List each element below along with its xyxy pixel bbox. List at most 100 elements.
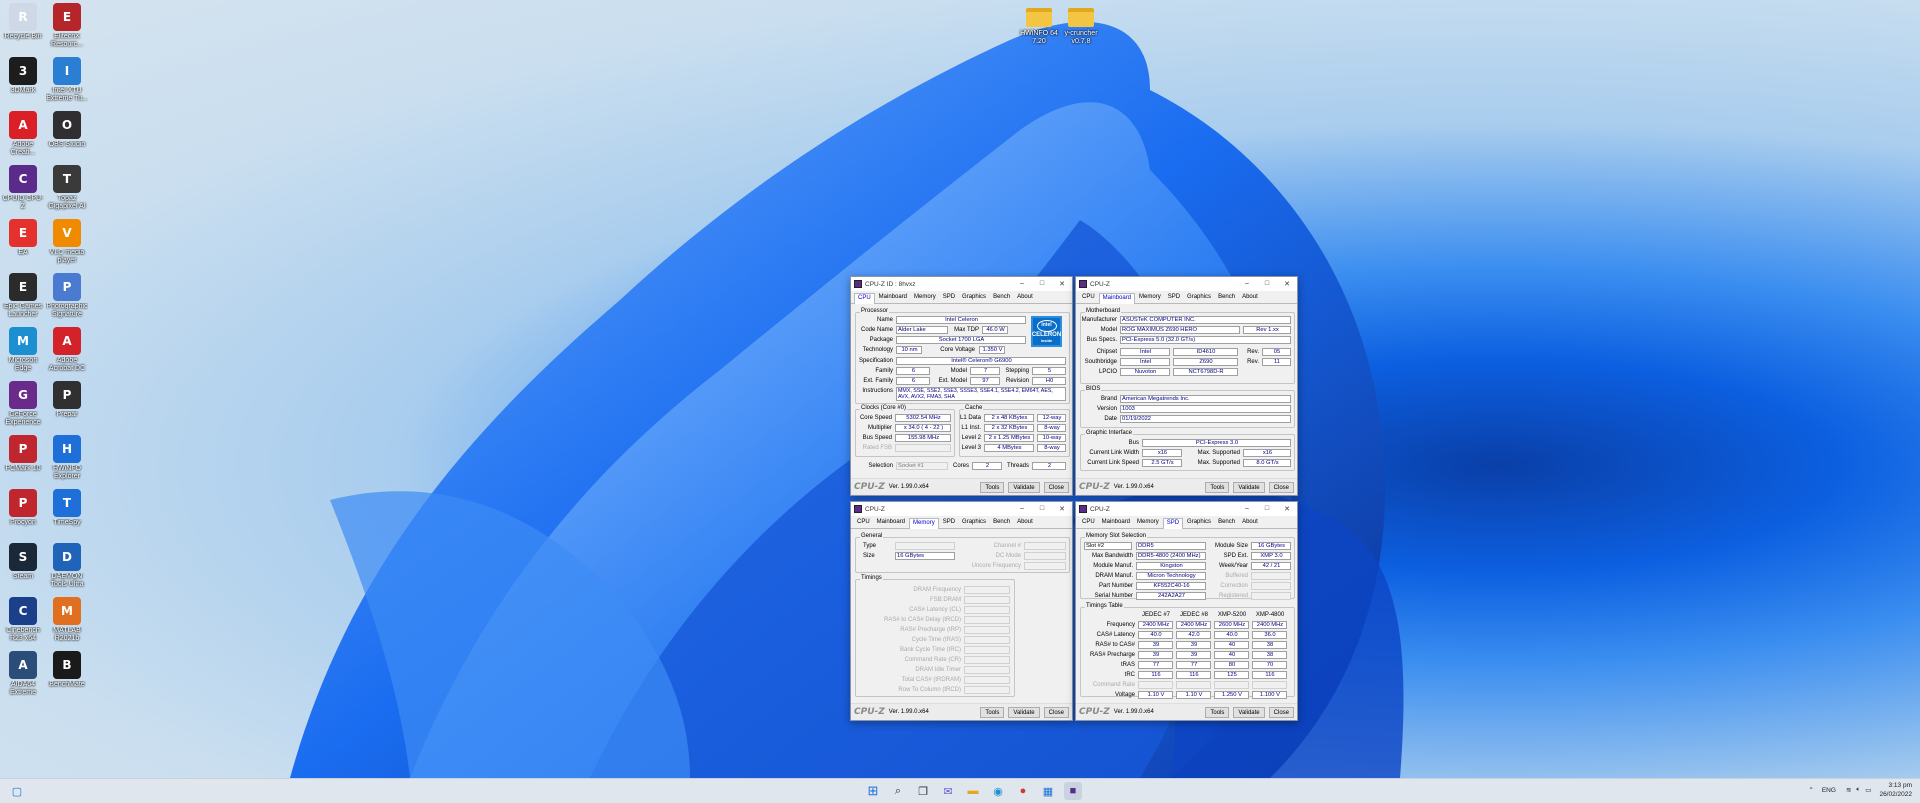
tab-about[interactable]: About [1239, 293, 1261, 304]
desktop-icon[interactable]: A AIDA64 Extreme [2, 651, 44, 697]
close-button[interactable]: Close [1043, 481, 1069, 493]
close-button[interactable]: Close [1043, 706, 1069, 718]
tab-bench[interactable]: Bench [990, 293, 1013, 304]
task-view-icon[interactable]: ❐ [914, 782, 932, 800]
edge-browser-icon[interactable]: ◉ [989, 782, 1007, 800]
desktop-icon[interactable]: M Microsoft Edge [2, 327, 44, 373]
tab-bench[interactable]: Bench [990, 518, 1013, 529]
close-button[interactable]: Close [1268, 481, 1294, 493]
desktop-icon[interactable]: P PCMark 10 [2, 435, 44, 481]
desktop-icon[interactable]: C Cinebench R23 x64 [2, 597, 44, 643]
tab-mainboard[interactable]: Mainboard [1098, 293, 1136, 304]
desktop-icon[interactable]: P Photographic Signature [46, 273, 88, 319]
tab-spd[interactable]: SPD [940, 518, 958, 529]
tray-chevron-icon[interactable]: ⌃ [1808, 786, 1813, 794]
title-bar[interactable]: CPU-Z ID : 8hvxz – □ ✕ [851, 277, 1072, 291]
tab-cpu[interactable]: CPU [1079, 518, 1098, 529]
tab-graphics[interactable]: Graphics [959, 518, 989, 529]
maximize-button[interactable]: □ [1032, 505, 1052, 513]
desktop-icon[interactable]: A Adobe Acrobat DC [46, 327, 88, 373]
slot-select-dropdown[interactable]: Slot #2 [1084, 542, 1132, 550]
desktop-icon[interactable]: A Adobe Creati... [2, 111, 44, 157]
widgets-icon[interactable]: ▢ [8, 782, 26, 800]
desktop-icon[interactable]: H HWiNFO Explorer [46, 435, 88, 481]
validate-button[interactable]: Validate [1008, 481, 1040, 493]
desktop-icon[interactable]: O OBS Studio [46, 111, 88, 157]
maximize-button[interactable]: □ [1032, 280, 1052, 288]
desktop-icon[interactable]: E EA [2, 219, 44, 265]
tab-cpu[interactable]: CPU [854, 293, 875, 304]
desktop-icon[interactable]: S Steam [2, 543, 44, 589]
desktop-icon[interactable]: 3 3DMark [2, 57, 44, 103]
tools-button[interactable]: Tools [980, 706, 1005, 718]
desktop-icon[interactable]: M MATLAB R2021b [46, 597, 88, 643]
minimize-button[interactable]: – [1012, 505, 1032, 513]
selection-dropdown[interactable]: Socket #1 [896, 462, 948, 470]
desktop-icon[interactable]: V VLC media player [46, 219, 88, 265]
desktop-icon[interactable]: E ElitechX Resourc... [46, 3, 88, 49]
desktop-icon[interactable]: G GeForce Experience [2, 381, 44, 427]
desktop-icon[interactable]: I Intel XTU Extreme Tu... [46, 57, 88, 103]
desktop-icon[interactable]: P Prepar [46, 381, 88, 427]
chat-icon[interactable]: ✉ [939, 782, 957, 800]
title-bar[interactable]: CPU-Z – □ ✕ [1076, 502, 1297, 516]
validate-button[interactable]: Validate [1233, 481, 1265, 493]
title-bar[interactable]: CPU-Z – □ ✕ [851, 502, 1072, 516]
maximize-button[interactable]: □ [1257, 280, 1277, 288]
minimize-button[interactable]: – [1237, 505, 1257, 513]
tools-button[interactable]: Tools [1205, 706, 1230, 718]
chrome-icon[interactable]: ● [1014, 782, 1032, 800]
tab-about[interactable]: About [1014, 518, 1036, 529]
close-window-button[interactable]: ✕ [1277, 505, 1297, 513]
maximize-button[interactable]: □ [1257, 505, 1277, 513]
close-window-button[interactable]: ✕ [1052, 505, 1072, 513]
tab-memory[interactable]: Memory [1134, 518, 1162, 529]
tools-button[interactable]: Tools [980, 481, 1005, 493]
tab-spd[interactable]: SPD [940, 293, 958, 304]
desktop-icon[interactable]: D DAEMON Tools Ultra [46, 543, 88, 589]
validate-button[interactable]: Validate [1233, 706, 1265, 718]
tab-cpu[interactable]: CPU [854, 518, 873, 529]
validate-button[interactable]: Validate [1008, 706, 1040, 718]
folder-hwinfo[interactable]: HWiNFO 64 7.20 [1016, 8, 1062, 46]
tab-mainboard[interactable]: Mainboard [874, 518, 908, 529]
tab-memory[interactable]: Memory [911, 293, 939, 304]
language-indicator[interactable]: ENG [1822, 787, 1836, 794]
close-window-button[interactable]: ✕ [1052, 280, 1072, 288]
desktop-icon[interactable]: B BenchMate [46, 651, 88, 697]
close-button[interactable]: Close [1268, 706, 1294, 718]
tab-bench[interactable]: Bench [1215, 293, 1238, 304]
folder-ycruncher[interactable]: y-cruncher v0.7.8 [1058, 8, 1104, 46]
tab-spd[interactable]: SPD [1162, 518, 1184, 529]
tab-graphics[interactable]: Graphics [1184, 518, 1214, 529]
tab-memory[interactable]: Memory [1136, 293, 1164, 304]
desktop-icon[interactable]: P Procyon [2, 489, 44, 535]
minimize-button[interactable]: – [1237, 280, 1257, 288]
tab-memory[interactable]: Memory [909, 518, 939, 529]
cpuz-taskbar-icon[interactable]: ■ [1064, 782, 1082, 800]
store-icon[interactable]: ▦ [1039, 782, 1057, 800]
wifi-icon[interactable]: ≋ [1846, 786, 1851, 794]
tab-graphics[interactable]: Graphics [1184, 293, 1214, 304]
battery-icon[interactable]: ▭ [1865, 786, 1871, 794]
tab-cpu[interactable]: CPU [1079, 293, 1098, 304]
close-window-button[interactable]: ✕ [1277, 280, 1297, 288]
tab-about[interactable]: About [1014, 293, 1036, 304]
tab-mainboard[interactable]: Mainboard [1099, 518, 1133, 529]
title-bar[interactable]: CPU-Z – □ ✕ [1076, 277, 1297, 291]
desktop-icon[interactable]: T TimeSpy [46, 489, 88, 535]
file-explorer-icon[interactable]: ▬ [964, 782, 982, 800]
tab-graphics[interactable]: Graphics [959, 293, 989, 304]
volume-icon[interactable]: 🔈︎ [1856, 786, 1860, 794]
tab-spd[interactable]: SPD [1165, 293, 1183, 304]
clock[interactable]: 3:13 pm 26/02/2022 [1879, 781, 1912, 799]
desktop-icon[interactable]: E Epic Games Launcher [2, 273, 44, 319]
desktop-icon[interactable]: T Topaz Gigapixel AI [46, 165, 88, 211]
search-icon[interactable]: ⌕ [889, 782, 907, 800]
start-windows-icon[interactable]: ⊞ [864, 782, 882, 800]
minimize-button[interactable]: – [1012, 280, 1032, 288]
tab-about[interactable]: About [1239, 518, 1261, 529]
tools-button[interactable]: Tools [1205, 481, 1230, 493]
tab-bench[interactable]: Bench [1215, 518, 1238, 529]
desktop-icon[interactable]: R Recycle Bin [2, 3, 44, 49]
